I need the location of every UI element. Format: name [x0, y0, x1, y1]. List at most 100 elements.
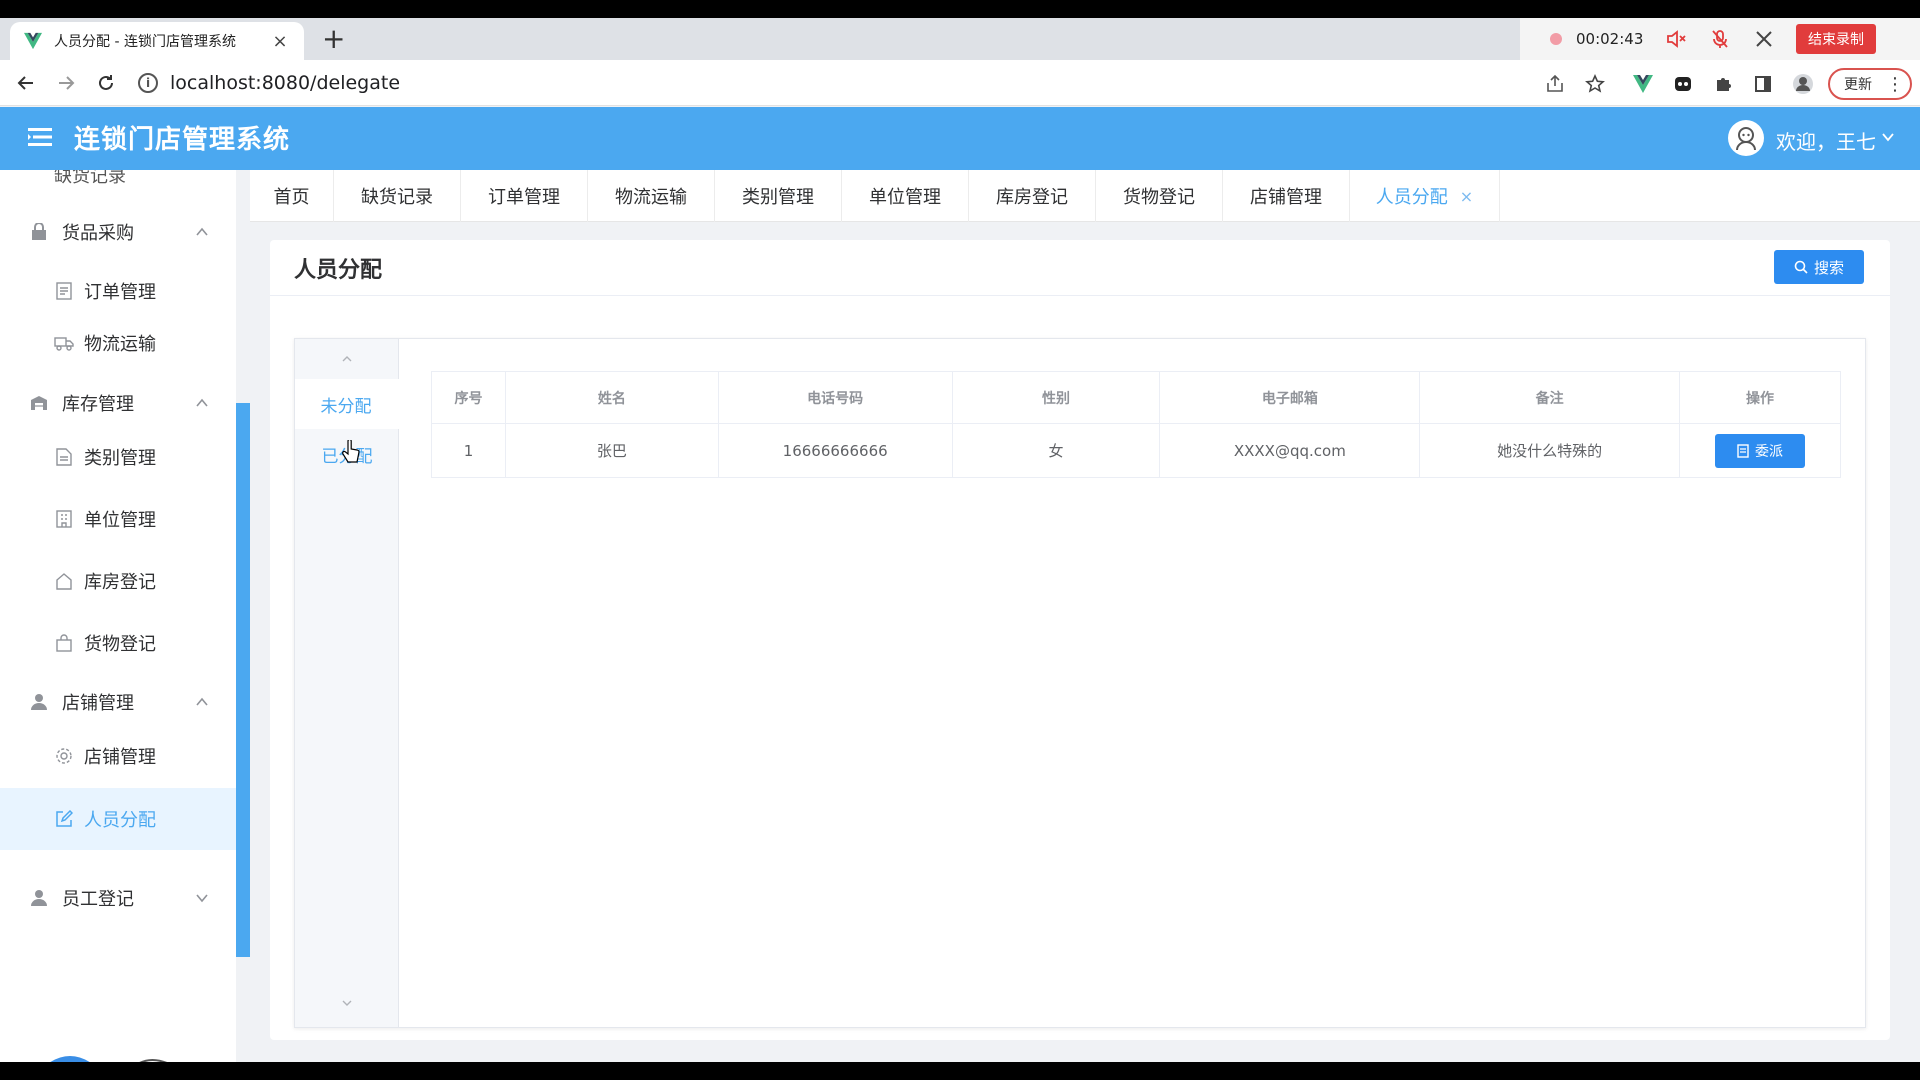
new-tab-button[interactable]: +: [322, 24, 345, 54]
share-icon[interactable]: [1542, 71, 1568, 97]
update-label: 更新: [1844, 77, 1872, 93]
search-button[interactable]: 搜索: [1774, 250, 1864, 284]
browser-toolbar: i localhost:8080/delegate 更新 ⋮: [0, 60, 1920, 106]
vue-devtools-icon[interactable]: [1630, 71, 1656, 97]
tab-orders[interactable]: 订单管理: [461, 170, 588, 222]
forward-arrow-icon[interactable]: [52, 69, 80, 97]
sidebar-group-employee[interactable]: 员工登记: [0, 870, 236, 926]
warehouse-icon: [28, 392, 50, 414]
tab-storeroom[interactable]: 库房登记: [969, 170, 1096, 222]
chevron-up-icon[interactable]: [339, 351, 355, 367]
close-icon[interactable]: ×: [1460, 187, 1473, 206]
browser-window: 人员分配 - 连锁门店管理系统 × + 00:02:43 结束录制 i loca…: [0, 18, 1920, 1062]
sidebar-item-label: 店铺管理: [84, 747, 156, 768]
column-header: 性别: [952, 371, 1161, 424]
cell-note: 她没什么特殊的: [1419, 423, 1681, 478]
hamburger-menu-icon[interactable]: [28, 127, 52, 147]
delegate-button-label: 委派: [1755, 443, 1783, 460]
staff-table: 序号 姓名 电话号码 性别 电子邮箱 备注 操作 1 张巴 1666666666…: [431, 371, 1841, 478]
welcome-user[interactable]: 欢迎，王七: [1776, 126, 1876, 155]
browser-tab[interactable]: 人员分配 - 连锁门店管理系统 ×: [10, 22, 304, 60]
sidebar-item-label: 类别管理: [84, 448, 156, 469]
document-icon: [54, 281, 74, 301]
vtab-unassigned[interactable]: 未分配: [295, 379, 399, 429]
delegate-button[interactable]: 委派: [1715, 433, 1805, 468]
site-info-icon[interactable]: i: [138, 73, 158, 93]
sidebar-item-label: 库房登记: [84, 572, 156, 593]
mascot-decoration: [50, 1056, 167, 1062]
sidebar-group-label: 库存管理: [62, 394, 134, 415]
sidebar: 缺货记录 货品采购 订单管理 物流运输 库存管理 类别管理 单位管理 库房登记 …: [0, 170, 236, 1062]
user-icon: [28, 887, 50, 909]
content-card: 人员分配 搜索 未分配 已分配 序号 姓名 电话号码 性别: [270, 240, 1890, 1040]
sidebar-item-label: 物流运输: [84, 334, 156, 355]
column-header: 备注: [1419, 371, 1681, 424]
cell-gender: 女: [952, 423, 1161, 478]
reload-icon[interactable]: [92, 69, 120, 97]
bookmark-star-icon[interactable]: [1582, 71, 1608, 97]
cell-email: XXXX@qq.com: [1159, 423, 1421, 478]
screen-recording-frame: 人员分配 - 连锁门店管理系统 × + 00:02:43 结束录制 i loca…: [0, 0, 1920, 1080]
sidebar-item-unit[interactable]: 单位管理: [0, 490, 236, 548]
tab-category[interactable]: 类别管理: [715, 170, 842, 222]
more-menu-icon[interactable]: ⋮: [1886, 74, 1904, 95]
chevron-down-icon[interactable]: [1880, 129, 1896, 145]
app-header: 连锁门店管理系统 欢迎，王七: [0, 107, 1920, 170]
sidebar-item-staff-assignment[interactable]: 人员分配: [0, 788, 236, 850]
sidebar-group-label: 货品采购: [62, 223, 134, 244]
column-header: 电子邮箱: [1159, 371, 1421, 424]
sidebar-item-category[interactable]: 类别管理: [0, 428, 236, 486]
browser-tab-title: 人员分配 - 连锁门店管理系统: [54, 34, 236, 50]
user-icon: [28, 691, 50, 713]
building-icon: [54, 509, 74, 529]
column-header: 电话号码: [718, 371, 953, 424]
tab-unit[interactable]: 单位管理: [842, 170, 969, 222]
app-title: 连锁门店管理系统: [74, 125, 291, 155]
tab-home[interactable]: 首页: [250, 170, 334, 222]
sidebar-group-label: 店铺管理: [62, 693, 134, 714]
address-bar[interactable]: i localhost:8080/delegate: [138, 66, 1538, 100]
speaker-muted-icon[interactable]: [1662, 25, 1690, 53]
close-recorder-icon[interactable]: [1750, 25, 1778, 53]
sidebar-group-inventory[interactable]: 库存管理: [0, 375, 236, 431]
sidebar-item-orders[interactable]: 订单管理: [0, 262, 236, 320]
sidebar-group-store[interactable]: 店铺管理: [0, 674, 236, 730]
sidebar-item-partial[interactable]: 缺货记录: [54, 170, 126, 188]
shopping-bag-icon: [54, 633, 74, 653]
browser-tabstrip: 人员分配 - 连锁门店管理系统 × + 00:02:43 结束录制: [0, 18, 1920, 60]
recording-dot-icon: [1550, 33, 1562, 45]
sidebar-item-storeroom[interactable]: 库房登记: [0, 552, 236, 610]
vue-logo-icon: [24, 32, 42, 50]
sidebar-group-purchasing[interactable]: 货品采购: [0, 204, 236, 260]
extension-ghost-icon[interactable]: [1670, 71, 1696, 97]
tab-goods[interactable]: 货物登记: [1096, 170, 1223, 222]
tab-staff-assignment[interactable]: 人员分配 ×: [1350, 170, 1500, 222]
end-recording-button[interactable]: 结束录制: [1796, 24, 1876, 54]
mic-muted-icon[interactable]: [1706, 25, 1734, 53]
avatar[interactable]: [1728, 120, 1764, 156]
column-header: 姓名: [505, 371, 719, 424]
sidebar-scrollbar[interactable]: [236, 403, 250, 957]
extensions-puzzle-icon[interactable]: [1710, 71, 1736, 97]
tab-logistics[interactable]: 物流运输: [588, 170, 715, 222]
tab-label: 人员分配: [1375, 187, 1448, 208]
sidebar-item-logistics[interactable]: 物流运输: [0, 314, 236, 372]
tab-shop[interactable]: 店铺管理: [1223, 170, 1350, 222]
chevron-down-icon[interactable]: [339, 995, 355, 1011]
browser-update-button[interactable]: 更新 ⋮: [1828, 68, 1912, 100]
sidebar-item-goods[interactable]: 货物登记: [0, 614, 236, 672]
truck-icon: [54, 333, 74, 353]
side-panel-icon[interactable]: [1750, 71, 1776, 97]
edit-icon: [54, 809, 74, 829]
chevron-up-icon: [196, 227, 208, 236]
tab-shortage[interactable]: 缺货记录: [334, 170, 461, 222]
sidebar-item-shop-management[interactable]: 店铺管理: [0, 727, 236, 785]
house-icon: [54, 571, 74, 591]
back-arrow-icon[interactable]: [12, 69, 40, 97]
close-tab-icon[interactable]: ×: [270, 31, 290, 52]
column-header: 序号: [431, 371, 506, 424]
profile-icon[interactable]: [1790, 71, 1816, 97]
table-row: 1 张巴 16666666666 女 XXXX@qq.com 她没什么特殊的 委…: [431, 423, 1841, 478]
sidebar-item-label: 人员分配: [84, 810, 156, 831]
card-header: 人员分配 搜索: [270, 240, 1890, 296]
